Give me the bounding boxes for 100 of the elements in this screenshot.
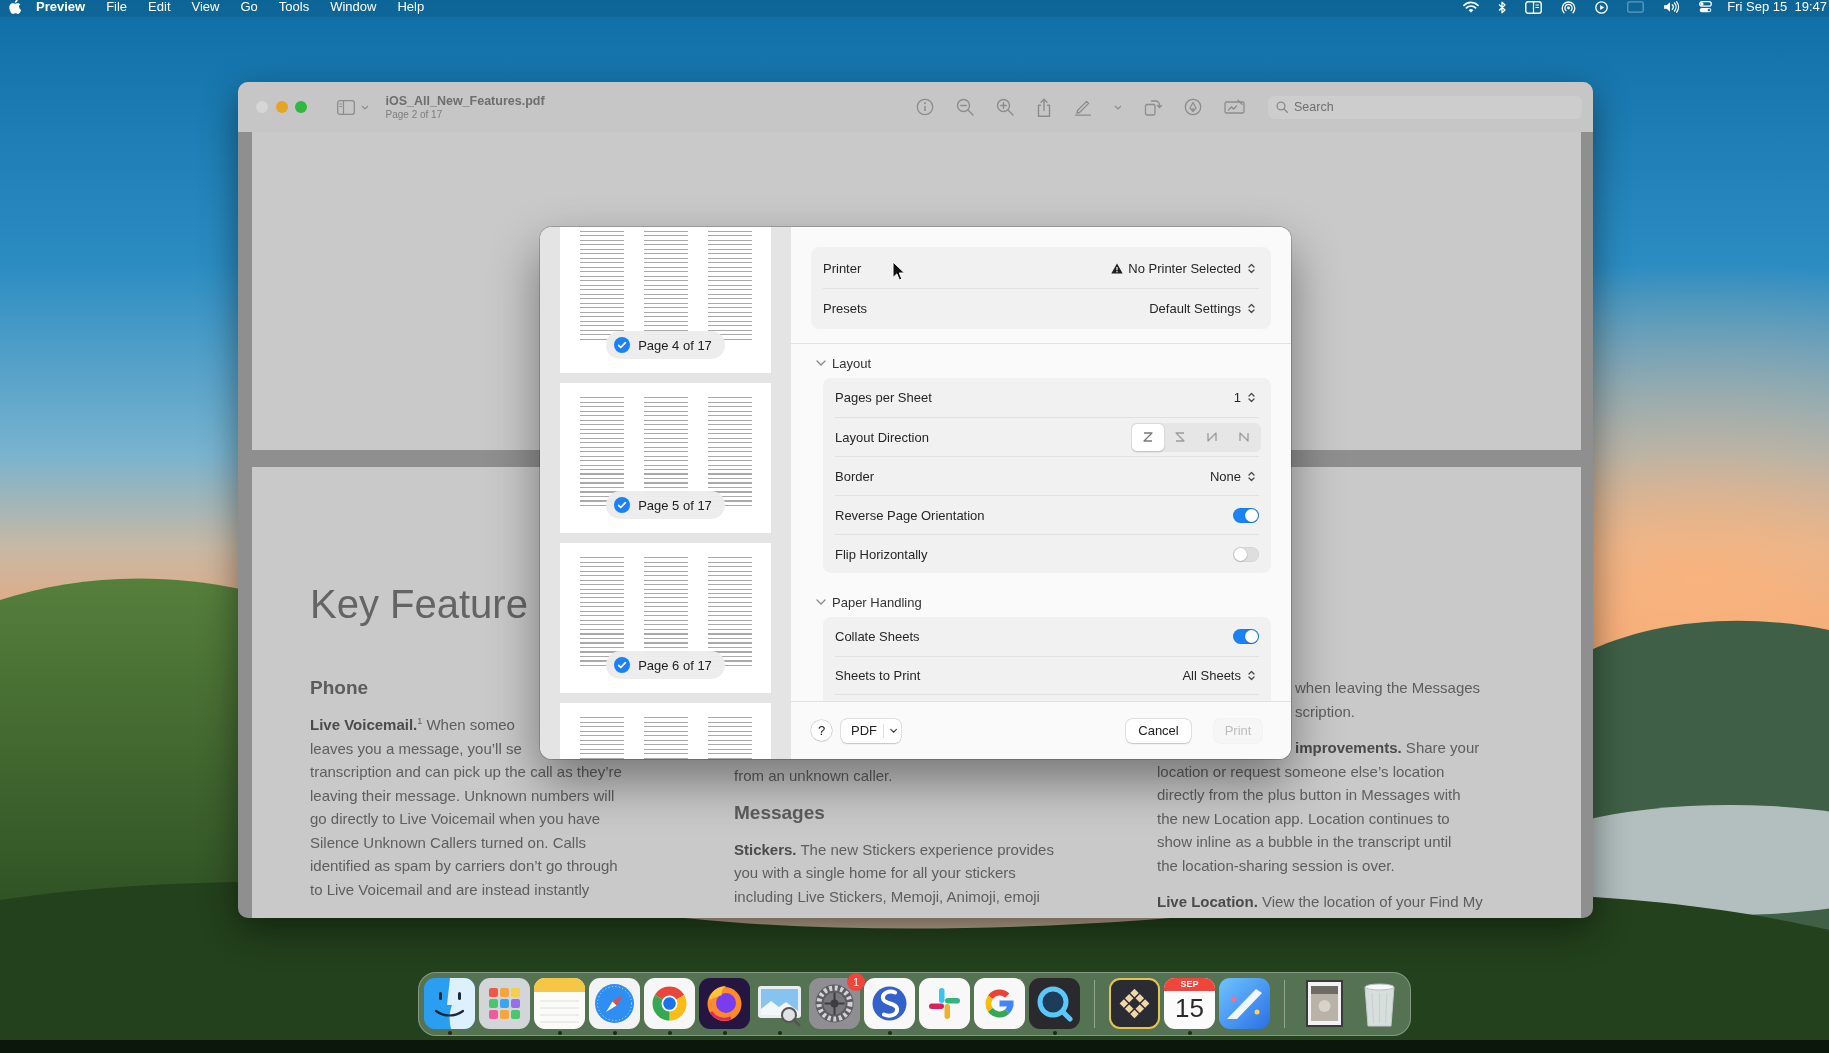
popup-button[interactable]: No Printer Selected: [1111, 260, 1259, 276]
toggle-switch[interactable]: [1233, 507, 1259, 523]
app-grid-icon[interactable]: [479, 978, 530, 1029]
page-label: Page 4 of 17: [638, 337, 712, 353]
stepper-icon: [1248, 392, 1255, 403]
chevron-down-icon: [816, 599, 826, 605]
menu-item[interactable]: Help: [397, 0, 425, 14]
bluetooth-icon[interactable]: [1498, 0, 1507, 14]
setting-label: Presets: [823, 301, 868, 316]
notepad-icon[interactable]: [534, 978, 585, 1029]
section-header[interactable]: Paper Handling: [791, 592, 922, 612]
setting-label: Pages per Sheet: [835, 390, 932, 405]
menu-item[interactable]: Edit: [148, 0, 171, 14]
control-center-icon[interactable]: [1699, 1, 1713, 13]
body-text-line: Stickers. The new Stickers experience provides: [734, 839, 1054, 860]
help-button[interactable]: ?: [811, 720, 832, 741]
face-icon[interactable]: [424, 978, 475, 1029]
zoom-out-icon[interactable]: [956, 98, 974, 116]
calendar-icon[interactable]: SEP 15: [1164, 978, 1215, 1029]
layout-direction-segment[interactable]: [1132, 423, 1164, 451]
screen-mirroring-icon[interactable]: [1627, 1, 1645, 13]
body-text-line: you with a single home for all your stickers: [734, 863, 1016, 883]
volume-icon[interactable]: [1663, 1, 1681, 13]
pinwheel-icon[interactable]: [919, 978, 970, 1029]
popup-button[interactable]: Default Settings: [1149, 301, 1259, 316]
ramp-icon[interactable]: [1219, 978, 1270, 1029]
app-menu[interactable]: Preview: [36, 0, 86, 14]
body-text-line: directly from the plus button in Messages with: [1157, 785, 1461, 805]
share-icon[interactable]: [1036, 97, 1052, 117]
checkmark-circle-icon[interactable]: [614, 657, 631, 673]
toggle-switch[interactable]: [1233, 629, 1259, 644]
body-text-line: transcription and can pick up the call as they’re: [310, 762, 622, 782]
checkmark-circle-icon[interactable]: [614, 337, 631, 353]
page-thumbnail[interactable]: Page 4 of 17: [560, 227, 771, 373]
mouse-pointer-icon: [892, 261, 905, 281]
body-text-line: leaves you a message, you’ll se: [310, 738, 522, 759]
page-thumbnail[interactable]: Page 5 of 17: [560, 383, 771, 533]
chevron-down-icon[interactable]: [1114, 104, 1122, 110]
body-text-line: the location-sharing session is over.: [1157, 855, 1395, 876]
section-heading: Phone: [310, 676, 369, 700]
mirrored-z-icon: [1173, 430, 1187, 444]
gear-icon[interactable]: [809, 978, 860, 1029]
setting-label: Printer: [823, 260, 862, 276]
page-thumbnail[interactable]: Page 6 of 17: [560, 543, 771, 693]
body-text-line: location or request someone else’s location: [1157, 761, 1445, 782]
cancel-button[interactable]: Cancel: [1126, 718, 1191, 743]
apple-icon[interactable]: [9, 0, 21, 14]
menu-bar-clock[interactable]: Fri Sep 15 19:47: [1727, 0, 1827, 14]
info-icon[interactable]: [916, 98, 934, 116]
setting-label: Collate Sheets: [835, 629, 920, 644]
stepper-icon: [1248, 262, 1255, 274]
chevron-down-icon: [816, 360, 826, 366]
popup-button[interactable]: All Sheets: [1182, 668, 1259, 683]
menu-item[interactable]: Window: [330, 0, 377, 14]
zoom-in-icon[interactable]: [996, 98, 1014, 116]
menu-item[interactable]: File: [106, 0, 128, 14]
mirrored-n-icon: [1205, 430, 1219, 444]
menu-item[interactable]: Tools: [278, 0, 310, 14]
section-header[interactable]: Layout: [791, 353, 872, 373]
search-field[interactable]: Search: [1268, 95, 1582, 119]
body-text-line: identified as spam by carriers don’t go through: [310, 856, 618, 876]
sidebar-icon[interactable]: [336, 99, 355, 115]
search-icon: [1276, 101, 1288, 113]
signature-box-icon[interactable]: [1224, 99, 1245, 115]
rotate-icon[interactable]: [1144, 98, 1162, 116]
setting-label: Sheets to Print: [835, 668, 921, 683]
pen-nib-circle-icon[interactable]: [1184, 98, 1202, 116]
broadcast-icon[interactable]: [1561, 0, 1577, 14]
toggle-switch[interactable]: [1233, 546, 1259, 562]
menu-item[interactable]: Go: [240, 0, 258, 14]
page-title: Key Feature: [310, 581, 528, 628]
chevron-down-icon[interactable]: [360, 104, 369, 110]
z-shape-icon: [1141, 430, 1155, 444]
popup-button[interactable]: 1: [1233, 390, 1259, 405]
menu-item[interactable]: View: [191, 0, 220, 14]
segmented-control[interactable]: [1131, 422, 1261, 452]
pdf-menu-button[interactable]: PDF: [841, 718, 901, 743]
window-subtitle: Page 2 of 17: [385, 108, 444, 121]
body-text-line: improvements. Share your: [1295, 738, 1480, 758]
body-text-line: Silence Unknown Callers turned on. Calls: [310, 832, 586, 853]
fox-globe-icon[interactable]: [699, 978, 750, 1029]
calendar-day: 15: [1175, 991, 1204, 1025]
body-text-line: the new Location app. Location continues to: [1157, 808, 1450, 829]
page-thumbnail[interactable]: [560, 703, 771, 759]
setting-label: Reverse Page Orientation: [835, 507, 985, 523]
section-heading: Messages: [734, 800, 825, 825]
popup-button[interactable]: None: [1209, 468, 1259, 484]
checkmark-circle-icon[interactable]: [614, 497, 631, 513]
g-arc-icon[interactable]: [974, 978, 1025, 1029]
diamond-grid-icon[interactable]: [1109, 978, 1160, 1029]
compass-icon[interactable]: [589, 978, 640, 1029]
n-shape-icon: [1237, 430, 1251, 444]
window-split-icon[interactable]: [1525, 0, 1543, 14]
pen-icon[interactable]: [1074, 98, 1092, 116]
wifi-icon[interactable]: [1463, 1, 1480, 13]
play-circle-icon[interactable]: [1595, 0, 1609, 14]
swirl-icon[interactable]: [864, 978, 915, 1029]
lens-icon[interactable]: [1029, 978, 1080, 1029]
body-text-line: show inline as a bubble in the transcript until: [1157, 832, 1452, 852]
setting-label: Flip Horizontally: [835, 546, 928, 562]
